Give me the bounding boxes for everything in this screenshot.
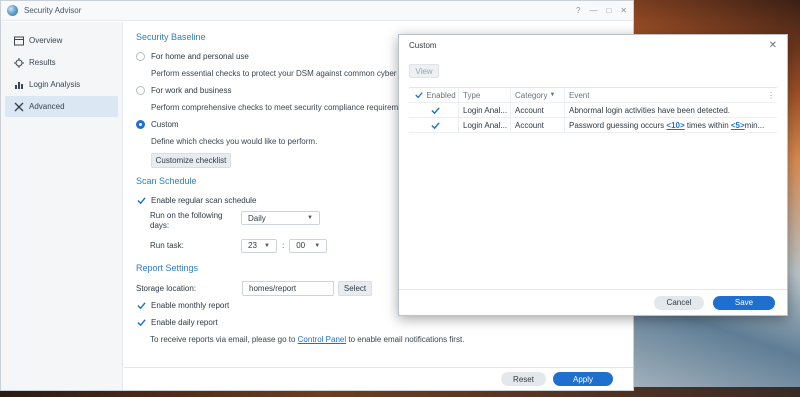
- cancel-button[interactable]: Cancel: [654, 295, 704, 310]
- storage-location-input[interactable]: homes/report: [242, 280, 334, 296]
- sidebar-item-label: Login Analysis: [29, 80, 81, 89]
- row-type: Login Anal...: [459, 118, 511, 132]
- checkmark-icon[interactable]: [136, 301, 146, 311]
- custom-dialog: Custom ✕ View Enabled Type Category ▼ Ev…: [398, 34, 788, 316]
- reset-button[interactable]: Reset: [501, 372, 546, 386]
- sidebar-item-results[interactable]: Results: [5, 52, 118, 73]
- monthly-report-label: Enable monthly report: [151, 301, 230, 310]
- results-icon: [13, 57, 24, 68]
- column-category[interactable]: Category ▼: [511, 88, 565, 102]
- apply-button[interactable]: Apply: [553, 372, 613, 386]
- run-days-label: Run on the following days:: [150, 211, 223, 230]
- window-controls: ? — □ ✕: [576, 6, 627, 15]
- chevron-down-icon: ▼: [314, 242, 321, 249]
- checkmark-icon[interactable]: [136, 318, 146, 328]
- email-notice-prefix: To receive reports via email, please go …: [150, 335, 298, 344]
- minute-select[interactable]: 00 ▼: [289, 238, 328, 253]
- email-notice-suffix: to enable email notifications first.: [346, 335, 465, 344]
- row-type: Login Anal...: [459, 103, 511, 117]
- checklist-table: Enabled Type Category ▼ Event ⋮ Login An…: [409, 87, 777, 133]
- sidebar-item-label: Results: [29, 58, 56, 67]
- tools-icon: [13, 101, 24, 112]
- column-enabled[interactable]: Enabled: [409, 88, 459, 102]
- radio-custom[interactable]: [136, 120, 145, 129]
- column-enabled-label: Enabled: [426, 90, 456, 100]
- dialog-title: Custom: [409, 40, 437, 50]
- sidebar-item-label: Advanced: [29, 102, 65, 111]
- column-category-label: Category: [515, 90, 548, 100]
- column-menu-icon[interactable]: ⋮: [765, 91, 777, 100]
- email-notice: To receive reports via email, please go …: [136, 331, 621, 348]
- view-button[interactable]: View: [409, 64, 439, 78]
- row-event: Password guessing occurs <10> times with…: [565, 118, 765, 132]
- event-mid: times within: [684, 120, 731, 130]
- help-icon[interactable]: ?: [576, 6, 580, 15]
- sort-caret-icon: ▼: [549, 92, 556, 98]
- radio-work[interactable]: [136, 86, 145, 95]
- window-titlebar[interactable]: Security Advisor ? — □ ✕: [1, 1, 633, 21]
- security-advisor-logo-icon: [7, 5, 18, 16]
- daily-report-row[interactable]: Enable daily report: [136, 314, 621, 331]
- save-button[interactable]: Save: [713, 295, 775, 310]
- sidebar-item-label: Overview: [29, 36, 63, 45]
- sidebar: Overview Results Login Analysis Advanced: [1, 22, 123, 390]
- table-row[interactable]: Login Anal... Account Password guessing …: [409, 118, 777, 133]
- chevron-down-icon: ▼: [264, 242, 270, 249]
- table-header: Enabled Type Category ▼ Event ⋮: [409, 88, 777, 103]
- column-type[interactable]: Type: [459, 88, 511, 102]
- event-prefix: Password guessing occurs: [569, 120, 667, 130]
- checkmark-icon: [431, 121, 440, 129]
- dialog-footer: Cancel Save: [399, 289, 787, 315]
- dialog-header[interactable]: Custom ✕: [399, 35, 787, 55]
- minutes-threshold-link[interactable]: <5>: [731, 121, 745, 130]
- select-folder-button[interactable]: Select: [338, 280, 372, 296]
- option-home-label: For home and personal use: [151, 52, 249, 61]
- event-suffix: min...: [744, 120, 765, 130]
- sidebar-item-overview[interactable]: Overview: [5, 30, 118, 51]
- run-task-label: Run task:: [150, 241, 184, 250]
- row-enabled-checkbox[interactable]: [409, 118, 459, 132]
- radio-home[interactable]: [136, 52, 145, 61]
- table-row[interactable]: Login Anal... Account Abnormal login act…: [409, 103, 777, 118]
- close-icon[interactable]: ✕: [769, 40, 777, 51]
- run-days-select[interactable]: Daily ▼: [241, 211, 320, 225]
- enable-scan-label: Enable regular scan schedule: [151, 196, 257, 205]
- close-icon[interactable]: ✕: [620, 6, 627, 15]
- overview-icon: [13, 35, 24, 46]
- checkmark-icon[interactable]: [415, 91, 424, 99]
- checkmark-icon: [431, 106, 440, 114]
- row-event: Abnormal login activities have been dete…: [569, 105, 730, 115]
- daily-report-label: Enable daily report: [151, 318, 218, 327]
- sidebar-item-login-analysis[interactable]: Login Analysis: [5, 74, 118, 95]
- minute-value: 00: [296, 241, 306, 250]
- time-separator: :: [282, 241, 285, 250]
- checkmark-icon[interactable]: [136, 196, 146, 206]
- control-panel-link[interactable]: Control Panel: [298, 335, 346, 344]
- dialog-toolbar: View: [399, 55, 787, 83]
- option-work-label: For work and business: [151, 86, 232, 95]
- row-enabled-checkbox[interactable]: [409, 103, 459, 117]
- sidebar-item-advanced[interactable]: Advanced: [5, 96, 118, 117]
- run-days-value: Daily: [248, 213, 266, 223]
- row-category: Account: [511, 118, 565, 132]
- column-event[interactable]: Event: [565, 88, 765, 102]
- attempts-threshold-link[interactable]: <10>: [666, 121, 684, 130]
- window-footer: Reset Apply: [124, 367, 633, 390]
- row-category: Account: [511, 103, 565, 117]
- window-title: Security Advisor: [24, 6, 82, 15]
- chevron-down-icon: ▼: [307, 215, 313, 221]
- hour-select[interactable]: 23 ▼: [241, 238, 277, 253]
- maximize-icon[interactable]: □: [606, 6, 611, 15]
- option-custom-label: Custom: [151, 120, 179, 129]
- customize-checklist-button[interactable]: Customize checklist: [151, 152, 231, 168]
- chart-icon: [13, 79, 24, 90]
- hour-value: 23: [248, 241, 257, 250]
- minimize-icon[interactable]: —: [589, 6, 597, 15]
- storage-location-label: Storage location:: [136, 283, 197, 293]
